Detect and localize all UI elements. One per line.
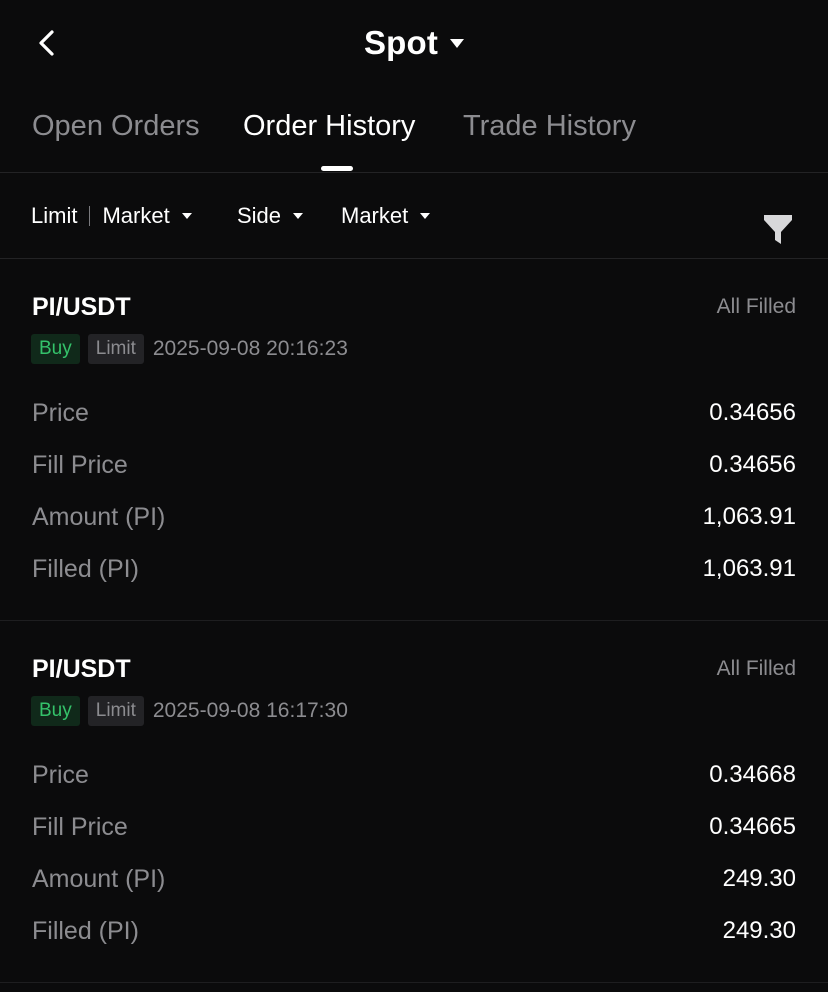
- order-time: 2025-09-08 16:17:30: [152, 699, 348, 722]
- amount-value: 1,063.91: [702, 503, 796, 530]
- filter-bar: Limit Market Side Market: [0, 173, 828, 259]
- trading-pair: PI/USDT: [32, 655, 131, 683]
- market-filter[interactable]: Market: [341, 203, 431, 229]
- price-row: Price 0.34656: [32, 393, 796, 433]
- fill-price-value: 0.34665: [709, 813, 796, 840]
- order-tags: Buy Limit 2025-09-08 16:17:30: [31, 696, 348, 726]
- order-card[interactable]: PI/USDT All Filled Buy Limit 2025-09-08 …: [0, 259, 828, 621]
- amount-label: Amount (PI): [32, 502, 166, 531]
- order-card[interactable]: PI/USDT All Filled Buy Limit 2025-09-08 …: [0, 621, 828, 983]
- filled-label: Filled (PI): [32, 554, 139, 583]
- caret-down-icon: [420, 213, 431, 219]
- trading-pair: PI/USDT: [32, 293, 131, 321]
- tab-trade-history[interactable]: Trade History: [463, 110, 636, 143]
- order-status: All Filled: [716, 295, 796, 318]
- top-bar: Spot: [0, 0, 828, 90]
- active-tab-indicator: [321, 166, 353, 171]
- type-badge: Limit: [87, 696, 144, 726]
- type-badge: Limit: [87, 334, 144, 364]
- side-filter-label: Side: [237, 203, 282, 228]
- order-type-market-label: Market: [102, 203, 170, 228]
- price-row: Price 0.34668: [32, 755, 796, 795]
- side-filter[interactable]: Side: [237, 203, 304, 229]
- order-type-limit-label: Limit: [31, 203, 78, 228]
- price-value: 0.34656: [709, 399, 796, 426]
- tab-open-orders[interactable]: Open Orders: [32, 110, 200, 143]
- amount-value: 249.30: [722, 865, 796, 892]
- filled-label: Filled (PI): [32, 916, 139, 945]
- fill-price-row: Fill Price 0.34665: [32, 807, 796, 847]
- price-value: 0.34668: [709, 761, 796, 788]
- filled-row: Filled (PI) 1,063.91: [32, 549, 796, 589]
- amount-row: Amount (PI) 249.30: [32, 859, 796, 899]
- amount-row: Amount (PI) 1,063.91: [32, 497, 796, 537]
- price-label: Price: [32, 760, 89, 789]
- side-badge: Buy: [31, 334, 80, 364]
- page-title: Spot: [363, 24, 439, 61]
- funnel-icon[interactable]: [762, 213, 794, 247]
- market-filter-label: Market: [341, 203, 409, 228]
- side-badge: Buy: [31, 696, 80, 726]
- price-label: Price: [32, 398, 89, 427]
- caret-down-icon: [450, 38, 465, 48]
- filled-row: Filled (PI) 249.30: [32, 911, 796, 951]
- fill-price-label: Fill Price: [32, 450, 128, 479]
- fill-price-value: 0.34656: [709, 451, 796, 478]
- fill-price-label: Fill Price: [32, 812, 128, 841]
- order-status: All Filled: [716, 657, 796, 680]
- amount-label: Amount (PI): [32, 864, 166, 893]
- order-tags: Buy Limit 2025-09-08 20:16:23: [31, 334, 348, 364]
- filled-value: 249.30: [722, 917, 796, 944]
- divider: [89, 206, 91, 226]
- market-type-selector[interactable]: Spot: [0, 24, 828, 62]
- order-time: 2025-09-08 20:16:23: [152, 337, 348, 360]
- tab-order-history[interactable]: Order History: [243, 110, 415, 143]
- filled-value: 1,063.91: [702, 555, 796, 582]
- caret-down-icon: [293, 213, 304, 219]
- order-tabs: Open Orders Order History Trade History: [0, 96, 828, 173]
- order-type-filter[interactable]: Limit Market: [31, 203, 192, 229]
- fill-price-row: Fill Price 0.34656: [32, 445, 796, 485]
- caret-down-icon: [181, 213, 192, 219]
